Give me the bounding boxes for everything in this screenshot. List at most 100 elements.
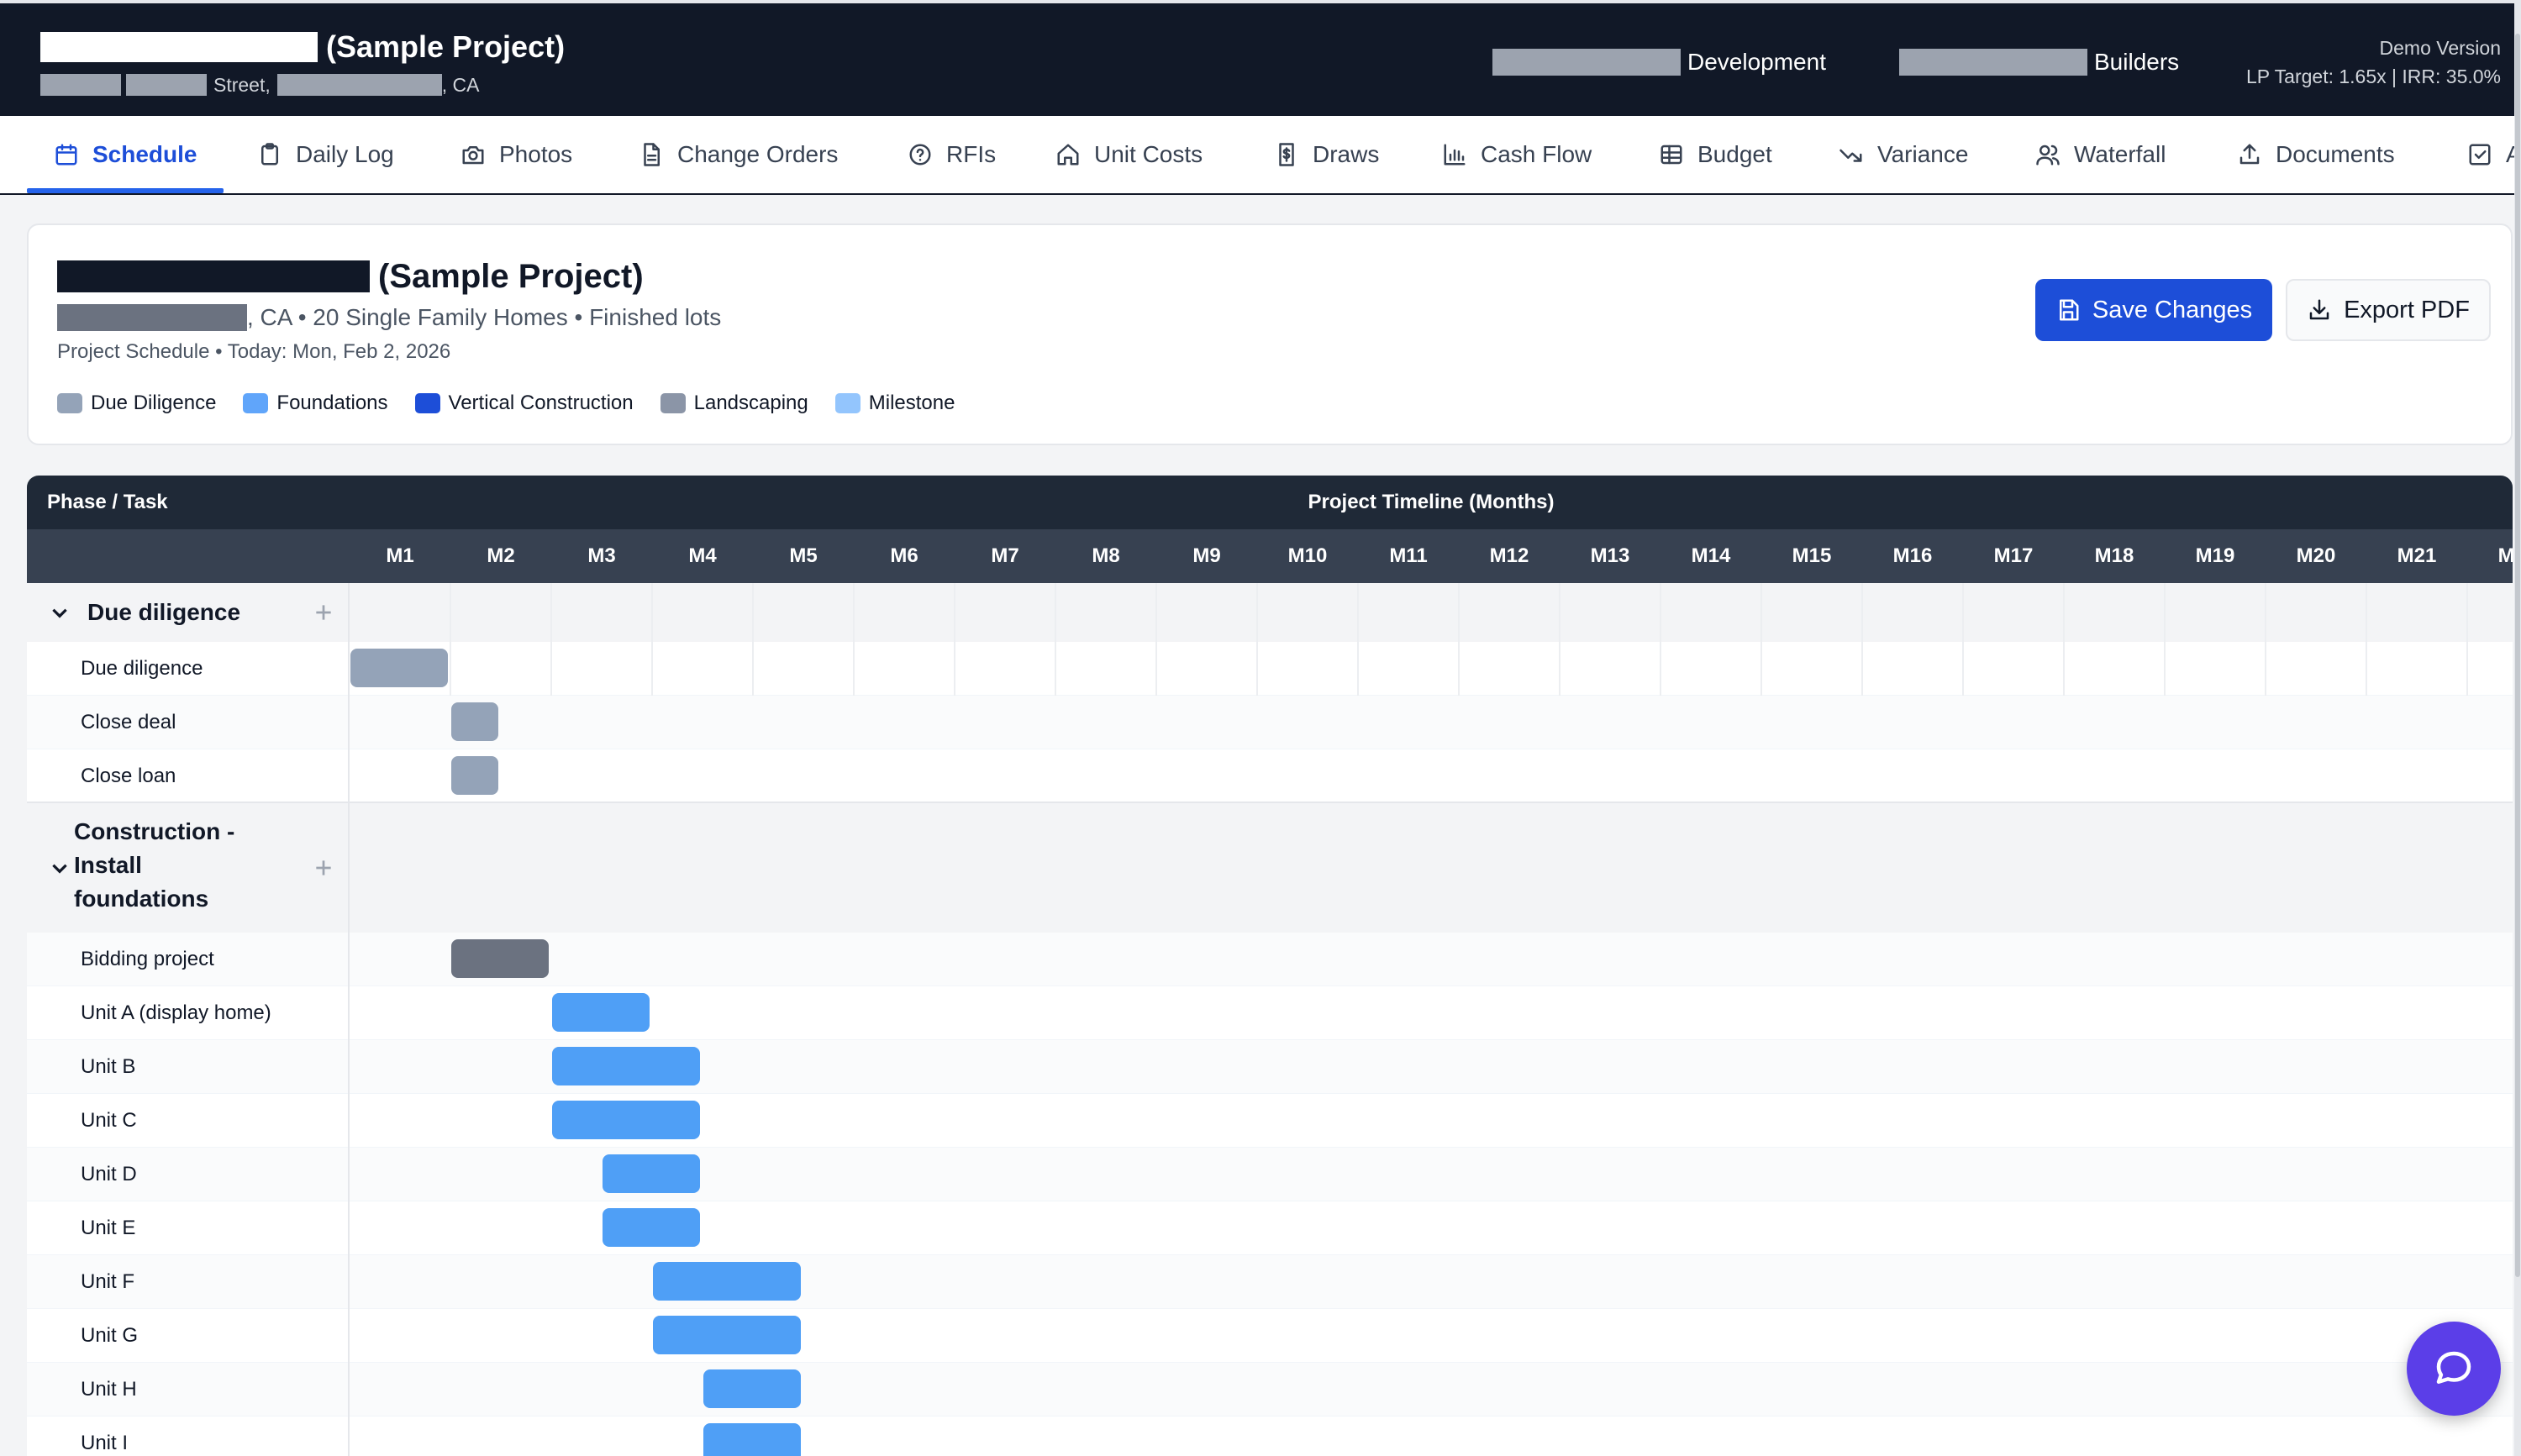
project-card-title: (Sample Project) [57, 257, 644, 296]
tab-change-orders[interactable]: Change Orders [639, 116, 838, 193]
task-row[interactable] [27, 1417, 2513, 1456]
phase-row[interactable] [27, 803, 2513, 933]
month-label: M2 [487, 544, 515, 567]
chevron-down-icon[interactable] [49, 857, 71, 879]
tab-photos[interactable]: Photos [461, 116, 572, 193]
upload-icon [2239, 144, 2260, 165]
add-task-icon[interactable] [313, 602, 334, 623]
month-label: M20 [2296, 544, 2336, 567]
tab-label: Daily Log [296, 141, 394, 167]
task-name: Unit E [81, 1217, 136, 1239]
project-title-suffix: (Sample Project) [326, 29, 566, 64]
save-icon [2059, 299, 2079, 321]
month-label: M10 [1287, 544, 1328, 567]
tab-daily-log[interactable]: Daily Log [257, 116, 394, 193]
tab-label: Waterfall [2074, 141, 2166, 167]
download-icon [2309, 299, 2329, 320]
tab-overflow[interactable]: A [2467, 116, 2521, 193]
task-row[interactable] [27, 696, 2513, 749]
task-row[interactable] [27, 1363, 2513, 1417]
tab-label: Documents [2276, 141, 2395, 167]
project-title: (Sample Project) [40, 29, 565, 66]
project-card: (Sample Project) , CA • 20 Single Family… [27, 223, 2513, 445]
task-bar[interactable] [552, 993, 650, 1032]
project-schedule-meta: Project Schedule • Today: Mon, Feb 2, 20… [57, 340, 451, 363]
phase-row[interactable] [27, 583, 2513, 642]
task-row[interactable] [27, 1201, 2513, 1255]
month-label: M4 [688, 544, 717, 567]
tab-rfis[interactable]: RFIs [908, 116, 996, 193]
project-card-subtitle: , CA • 20 Single Family Homes • Finished… [57, 302, 721, 333]
task-bar[interactable] [603, 1154, 700, 1193]
chat-button[interactable] [2407, 1322, 2501, 1416]
checkbox-icon [2469, 144, 2491, 166]
add-task-icon[interactable] [313, 857, 334, 879]
month-label: M13 [1590, 544, 1630, 567]
task-bar[interactable] [703, 1369, 801, 1408]
task-bar[interactable] [552, 1047, 700, 1085]
tab-label: RFIs [946, 141, 997, 167]
month-label: M7 [991, 544, 1019, 567]
phase-task-header: Phase / Task [47, 491, 168, 513]
tab-documents[interactable]: Documents [2237, 116, 2395, 193]
task-row[interactable] [27, 1148, 2513, 1201]
tab-budget[interactable]: Budget [1659, 116, 1772, 193]
task-bar[interactable] [603, 1208, 700, 1247]
task-bar[interactable] [451, 702, 498, 741]
phase-name: Due diligence [87, 599, 241, 625]
address-street-label: Street, [213, 73, 271, 96]
task-name: Unit G [81, 1324, 139, 1347]
task-bar[interactable] [703, 1423, 801, 1456]
month-label: M1 [386, 544, 414, 567]
legend-swatch [414, 393, 440, 413]
project-address: Street, , CA [40, 72, 480, 97]
bar-chart-icon [1444, 144, 1466, 166]
redacted-name [40, 32, 318, 62]
tab-variance[interactable]: Variance [1839, 116, 1968, 193]
task-bar[interactable] [653, 1316, 801, 1354]
legend-landscaping: Landscaping [660, 392, 808, 415]
task-row[interactable] [27, 1309, 2513, 1363]
tab-schedule[interactable]: Schedule [54, 116, 197, 193]
calendar-icon [55, 144, 77, 166]
month-label: M15 [1792, 544, 1832, 567]
task-bar[interactable] [653, 1262, 801, 1301]
task-bar[interactable] [350, 649, 448, 687]
task-row[interactable] [27, 1094, 2513, 1148]
task-row[interactable] [27, 1040, 2513, 1094]
redacted-builder [1899, 49, 2087, 76]
month-label: M5 [789, 544, 818, 567]
users-icon [2036, 145, 2060, 166]
tab-waterfall[interactable]: Waterfall [2035, 116, 2166, 193]
redacted-city [276, 74, 442, 96]
address-state: , CA [441, 73, 480, 96]
gantt-legend: Due Diligence Foundations Vertical Const… [57, 390, 982, 417]
task-row[interactable] [27, 933, 2513, 986]
tab-draws[interactable]: Draws [1274, 116, 1379, 193]
month-label: M8 [1092, 544, 1120, 567]
tab-cash-flow[interactable]: Cash Flow [1442, 116, 1592, 193]
tab-unit-costs[interactable]: Unit Costs [1055, 116, 1203, 193]
chevron-down-icon[interactable] [49, 602, 71, 623]
task-bar[interactable] [552, 1101, 700, 1139]
page-scrollbar-thumb[interactable] [2515, 34, 2520, 1277]
task-row[interactable] [27, 749, 2513, 803]
task-name: Due diligence [81, 657, 203, 680]
export-pdf-button[interactable]: Export PDF [2286, 279, 2491, 341]
tab-label: Schedule [92, 141, 197, 167]
save-changes-label: Save Changes [2092, 296, 2253, 323]
tab-label: Photos [499, 141, 573, 167]
lp-irr-targets: LP Target: 1.65x | IRR: 35.0% [2245, 66, 2501, 87]
task-bar[interactable] [451, 939, 549, 978]
home-icon [1057, 144, 1079, 166]
developer-suffix: Development [1687, 49, 1826, 75]
task-name: Bidding project [81, 948, 214, 970]
task-name: Unit F [81, 1270, 135, 1293]
demo-version-label: Demo Version [2379, 37, 2501, 59]
task-row[interactable] [27, 1255, 2513, 1309]
save-changes-button[interactable]: Save Changes [2035, 279, 2272, 341]
task-row[interactable] [27, 986, 2513, 1040]
developer-name: Development [1492, 47, 1826, 77]
task-bar[interactable] [451, 756, 498, 795]
redacted-project-name [57, 260, 370, 292]
